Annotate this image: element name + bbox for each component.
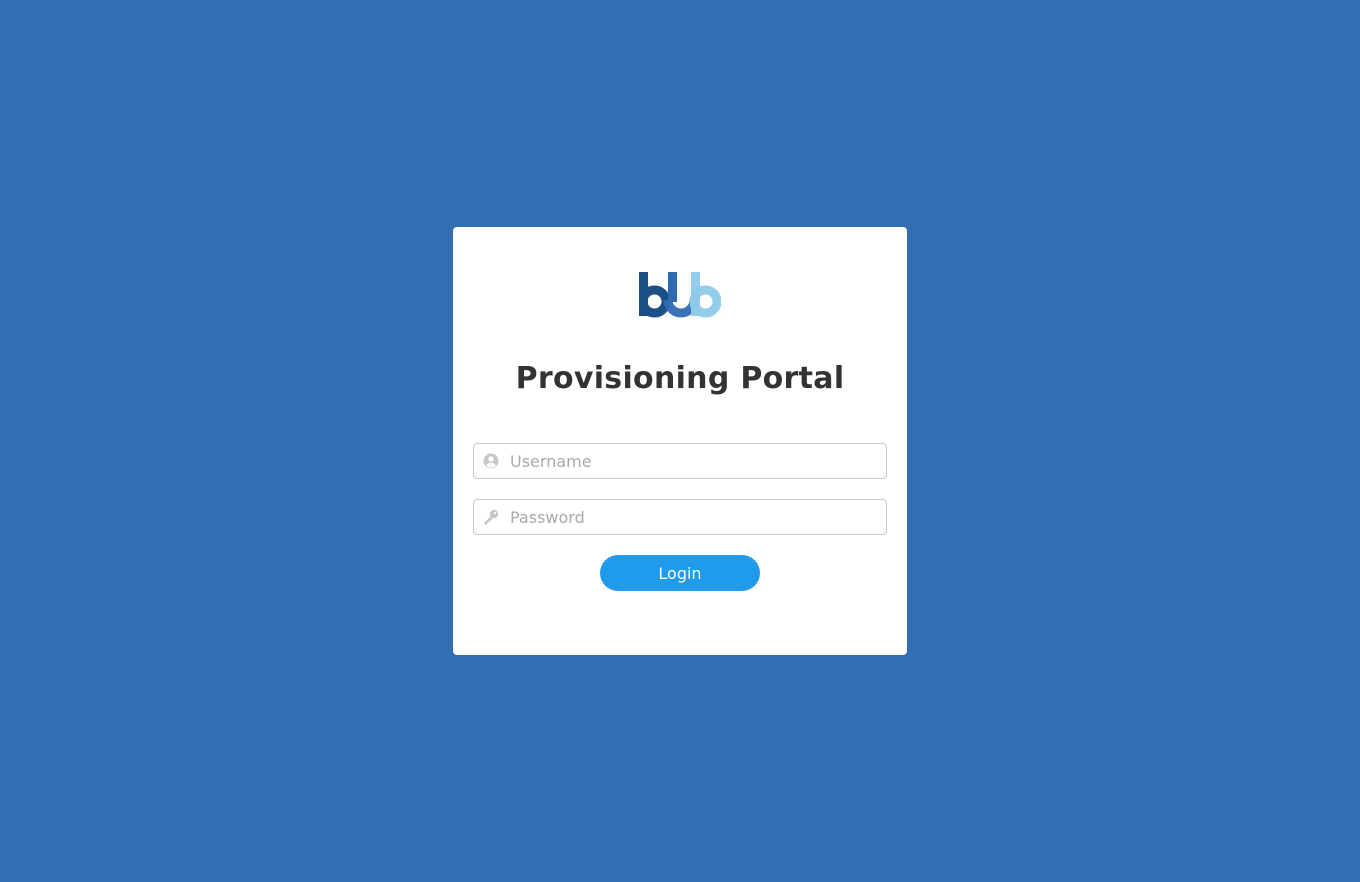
password-field[interactable]	[473, 499, 887, 535]
page-title: Provisioning Portal	[515, 361, 845, 396]
user-circle-icon	[483, 453, 499, 469]
btb-logo	[639, 272, 721, 318]
key-icon	[484, 509, 499, 525]
login-card: Provisioning Portal Login	[453, 227, 907, 655]
password-input[interactable]	[510, 500, 880, 534]
username-field[interactable]	[473, 443, 887, 479]
username-input[interactable]	[510, 444, 880, 478]
login-button[interactable]: Login	[600, 555, 760, 591]
